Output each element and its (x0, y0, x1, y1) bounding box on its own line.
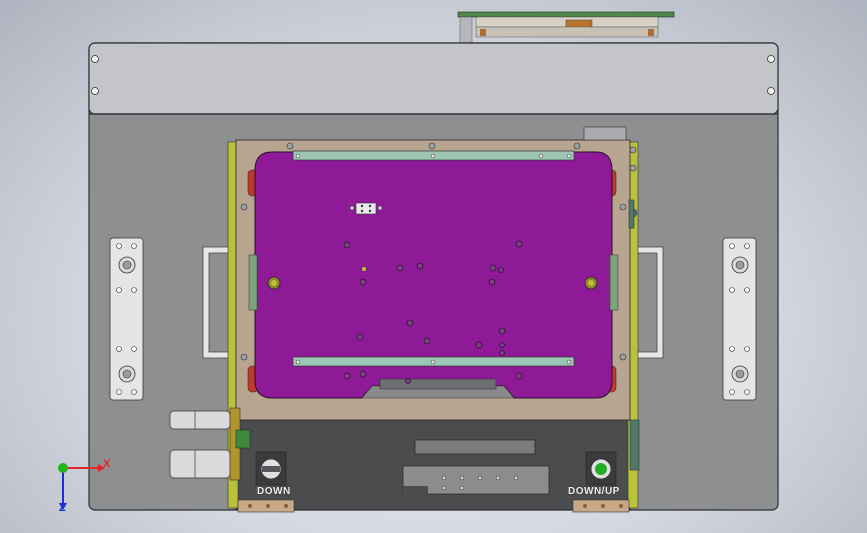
cad-viewport[interactable] (0, 0, 867, 533)
left-bracket[interactable] (109, 237, 144, 401)
assembly-drawing[interactable] (0, 0, 867, 533)
right-bracket[interactable] (722, 237, 757, 401)
switch-left-label: DOWN (257, 486, 291, 497)
switch-down-up[interactable] (585, 451, 617, 486)
lower-mount-bars[interactable] (402, 439, 550, 496)
switch-down[interactable] (255, 451, 287, 486)
switch-right-label: DOWN/UP (568, 486, 620, 497)
pcb-top-strip[interactable] (457, 11, 675, 44)
bottom-rail[interactable] (292, 356, 575, 367)
x-axis-label: X (103, 458, 111, 470)
z-axis-label: Z (59, 502, 66, 514)
top-rail[interactable] (292, 150, 575, 161)
top-cover[interactable] (88, 42, 779, 115)
